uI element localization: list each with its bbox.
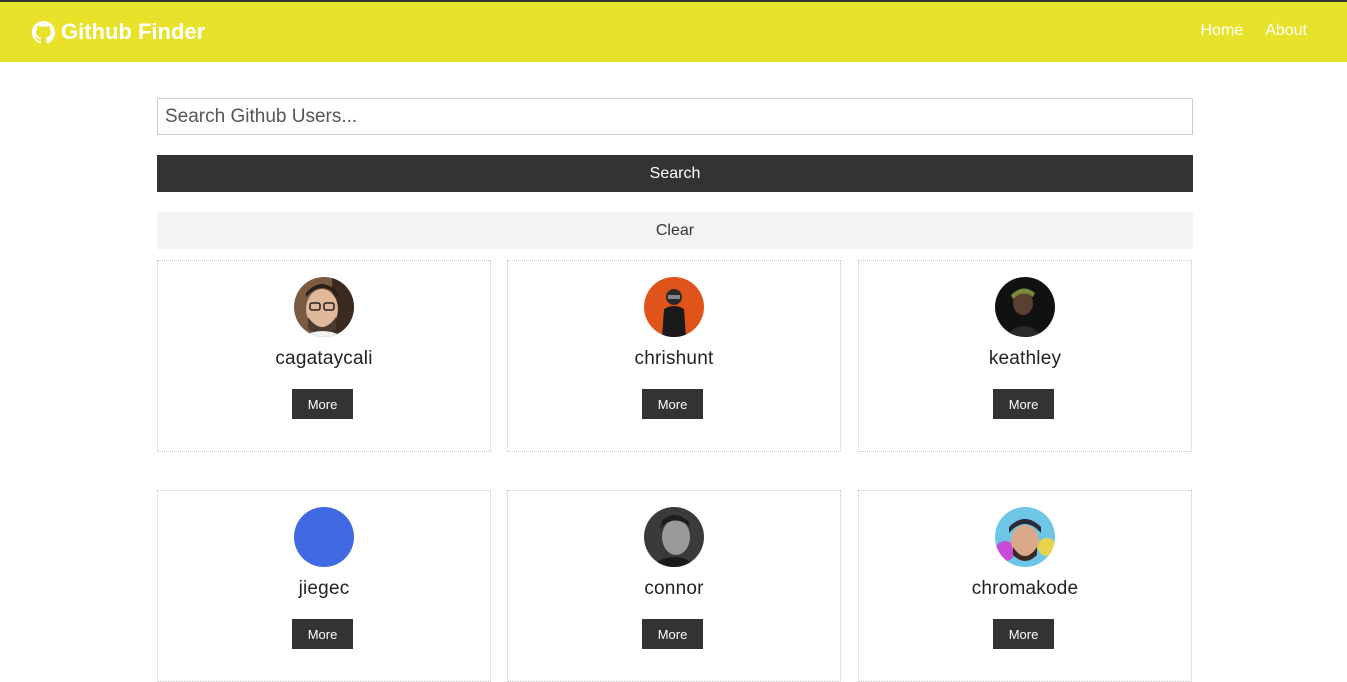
user-card: jiegec More [157, 490, 491, 682]
nav-links: Home About [1179, 22, 1308, 40]
search-button[interactable]: Search [157, 155, 1193, 192]
nav-link-home[interactable]: Home [1201, 22, 1244, 40]
username: cagataycali [275, 348, 373, 369]
more-button[interactable]: More [993, 619, 1054, 649]
username: jiegec [298, 578, 350, 599]
avatar [995, 277, 1055, 337]
more-button[interactable]: More [292, 619, 353, 649]
username: chrishunt [634, 348, 714, 369]
username: chromakode [971, 578, 1079, 599]
user-card: cagataycali More [157, 260, 491, 452]
more-button[interactable]: More [642, 389, 703, 419]
clear-button[interactable]: Clear [157, 212, 1193, 249]
user-card: chromakode More [858, 490, 1192, 682]
more-button[interactable]: More [993, 389, 1054, 419]
user-card: chrishunt More [507, 260, 841, 452]
user-card: connor More [507, 490, 841, 682]
avatar [644, 277, 704, 337]
avatar [294, 507, 354, 567]
avatar [294, 277, 354, 337]
brand-title: Github Finder [61, 19, 206, 44]
avatar [644, 507, 704, 567]
navbar: Github Finder Home About [0, 0, 1347, 62]
more-button[interactable]: More [292, 389, 353, 419]
username: connor [644, 578, 704, 599]
nav-link-about[interactable]: About [1265, 22, 1307, 40]
brand[interactable]: Github Finder [32, 19, 205, 45]
more-button[interactable]: More [642, 619, 703, 649]
avatar [995, 507, 1055, 567]
username: keathley [988, 348, 1062, 369]
github-icon [32, 20, 55, 43]
search-input[interactable] [157, 98, 1193, 135]
user-card: keathley More [858, 260, 1192, 452]
